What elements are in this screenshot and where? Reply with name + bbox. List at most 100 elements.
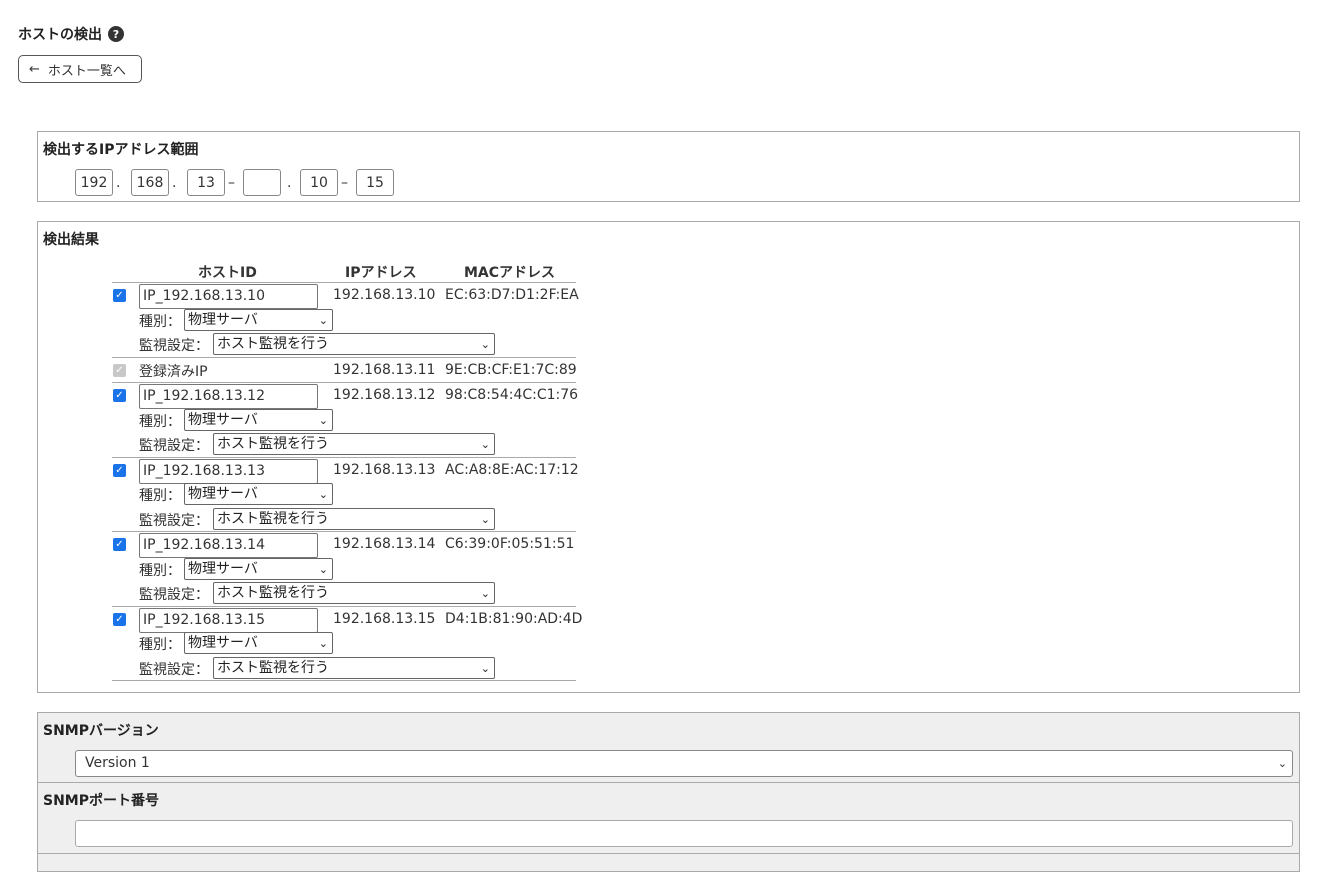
type-label: 種別： xyxy=(139,637,181,653)
ip-dash: – xyxy=(228,174,235,191)
page-title-row: ホストの検出 ? xyxy=(18,24,124,44)
type-select[interactable]: 物理サーバ ⌄ xyxy=(184,483,333,505)
select-checkbox[interactable]: ✓ xyxy=(113,463,126,477)
header-host-id: ホストID xyxy=(198,265,257,281)
host-mac: D4:1B:81:90:AD:4D xyxy=(445,610,583,627)
type-select[interactable]: 物理サーバ ⌄ xyxy=(184,308,333,331)
ip-octet4-from-input[interactable]: 10 xyxy=(300,169,338,196)
snmp-port-input[interactable] xyxy=(75,820,1293,847)
table-row: ✓ IP_192.168.13.12 192.168.13.12 98:C8:5… xyxy=(112,383,579,458)
ip-dash: – xyxy=(341,174,348,191)
chevron-down-icon: ⌄ xyxy=(1277,757,1287,770)
page-title: ホストの検出 xyxy=(18,27,102,43)
ip-octet3-from-input[interactable]: 13 xyxy=(187,169,225,196)
host-mac: C6:39:0F:05:51:51 xyxy=(445,536,575,552)
ip-dot: . xyxy=(287,174,292,191)
host-id-input[interactable]: IP_192.168.13.15 xyxy=(139,607,318,633)
monitor-label: 監視設定： xyxy=(139,661,209,678)
registered-ip-label: 登録済みIP xyxy=(139,363,208,380)
chevron-down-icon: ⌄ xyxy=(318,313,328,327)
help-icon[interactable]: ? xyxy=(108,26,124,42)
monitor-select[interactable]: ホスト監視を行う ⌄ xyxy=(213,433,495,455)
type-label: 種別： xyxy=(139,313,181,330)
divider xyxy=(38,853,1299,854)
chevron-down-icon: ⌄ xyxy=(480,587,490,600)
monitor-select-value: ホスト監視を行う xyxy=(217,585,329,601)
host-id-input[interactable]: IP_192.168.13.10 xyxy=(139,284,318,309)
type-select[interactable]: 物理サーバ ⌄ xyxy=(184,632,333,654)
chevron-down-icon: ⌄ xyxy=(480,512,490,526)
chevron-down-icon: ⌄ xyxy=(480,438,490,451)
type-label: 種別： xyxy=(139,413,181,430)
select-checkbox-disabled: ✓ xyxy=(113,363,126,377)
type-select-value: 物理サーバ xyxy=(188,411,258,428)
ip-octet4-to-input[interactable]: 15 xyxy=(356,169,394,196)
results-header: ホストID IPアドレス MACアドレス xyxy=(112,259,576,283)
host-ip: 192.168.13.14 xyxy=(333,536,436,552)
select-checkbox[interactable]: ✓ xyxy=(113,289,126,302)
type-select-value: 物理サーバ xyxy=(188,635,258,651)
ip-octet1-input[interactable]: 192 xyxy=(75,169,113,196)
type-label: 種別： xyxy=(139,488,181,504)
chevron-down-icon: ⌄ xyxy=(318,637,328,650)
type-select-value: 物理サーバ xyxy=(188,486,258,502)
monitor-label: 監視設定： xyxy=(139,587,209,603)
host-mac: EC:63:D7:D1:2F:EA xyxy=(445,287,579,303)
monitor-select[interactable]: ホスト監視を行う ⌄ xyxy=(213,582,495,604)
snmp-version-select[interactable]: Version 1 ⌄ xyxy=(75,750,1293,777)
ip-range-section: 検出するIPアドレス範囲 192 . 168 . 13 – . 10 – 15 xyxy=(37,131,1300,202)
ip-octet3-to-input[interactable] xyxy=(243,169,281,196)
select-checkbox[interactable]: ✓ xyxy=(113,612,126,626)
monitor-select-value: ホスト監視を行う xyxy=(217,336,329,352)
monitor-select[interactable]: ホスト監視を行う ⌄ xyxy=(213,507,495,530)
host-ip: 192.168.13.15 xyxy=(333,610,436,627)
monitor-select-value: ホスト監視を行う xyxy=(217,659,329,676)
ip-range-label: 検出するIPアドレス範囲 xyxy=(43,142,199,158)
snmp-section: SNMPバージョン Version 1 ⌄ SNMPポート番号 xyxy=(37,712,1300,872)
type-select-value: 物理サーバ xyxy=(188,560,258,577)
table-row: ✓ IP_192.168.13.15 192.168.13.15 D4:1B:8… xyxy=(112,607,582,681)
snmp-version-value: Version 1 xyxy=(85,755,150,771)
host-mac: AC:A8:8E:AC:17:12 xyxy=(445,461,579,478)
snmp-port-block: SNMPポート番号 xyxy=(38,783,1299,854)
host-ip: 192.168.13.10 xyxy=(333,287,436,303)
snmp-version-label: SNMPバージョン xyxy=(43,723,159,739)
host-id-input[interactable]: IP_192.168.13.12 xyxy=(139,384,318,409)
monitor-label: 監視設定： xyxy=(139,338,209,354)
chevron-down-icon: ⌄ xyxy=(318,488,328,501)
host-ip: 192.168.13.13 xyxy=(333,461,436,478)
monitor-select[interactable]: ホスト監視を行う ⌄ xyxy=(213,656,495,679)
header-mac: MACアドレス xyxy=(464,265,556,281)
table-row: ✓ IP_192.168.13.10 192.168.13.10 EC:63:D… xyxy=(112,283,579,358)
monitor-select-value: ホスト監視を行う xyxy=(217,436,329,452)
header-ip: IPアドレス xyxy=(345,265,417,281)
type-select-value: 物理サーバ xyxy=(188,311,258,328)
ip-dot: . xyxy=(172,174,177,191)
results-table: ホストID IPアドレス MACアドレス ✓ IP_192.168.13.10 … xyxy=(112,259,582,681)
chevron-down-icon: ⌄ xyxy=(480,661,490,675)
results-label: 検出結果 xyxy=(43,232,99,248)
arrow-left-icon: ← xyxy=(29,61,40,77)
select-checkbox[interactable]: ✓ xyxy=(113,538,126,551)
monitor-label: 監視設定： xyxy=(139,438,209,454)
results-section: 検出結果 ホストID IPアドレス MACアドレス ✓ IP_192.168.1… xyxy=(37,221,1300,693)
select-checkbox[interactable]: ✓ xyxy=(113,389,126,402)
monitor-select-value: ホスト監視を行う xyxy=(217,510,329,527)
monitor-label: 監視設定： xyxy=(139,512,209,529)
host-mac: 98:C8:54:4C:C1:76 xyxy=(445,387,579,403)
ip-dot: . xyxy=(116,174,121,191)
snmp-version-block: SNMPバージョン Version 1 ⌄ xyxy=(38,713,1299,783)
table-row: ✓ 登録済みIP 192.168.13.11 9E:CB:CF:E1:7C:89 xyxy=(112,358,577,383)
type-select[interactable]: 物理サーバ ⌄ xyxy=(184,408,333,431)
host-ip: 192.168.13.11 xyxy=(333,361,436,378)
host-ip: 192.168.13.12 xyxy=(333,387,436,403)
type-label: 種別： xyxy=(139,562,181,579)
back-to-host-list-button[interactable]: ← ホスト一覧へ xyxy=(18,55,142,83)
monitor-select[interactable]: ホスト監視を行う ⌄ xyxy=(213,333,495,355)
type-select[interactable]: 物理サーバ ⌄ xyxy=(184,557,333,580)
host-mac: 9E:CB:CF:E1:7C:89 xyxy=(445,361,577,378)
host-id-input[interactable]: IP_192.168.13.14 xyxy=(139,533,318,558)
host-id-input[interactable]: IP_192.168.13.13 xyxy=(139,458,318,484)
ip-octet2-input[interactable]: 168 xyxy=(131,169,169,196)
chevron-down-icon: ⌄ xyxy=(480,338,490,351)
